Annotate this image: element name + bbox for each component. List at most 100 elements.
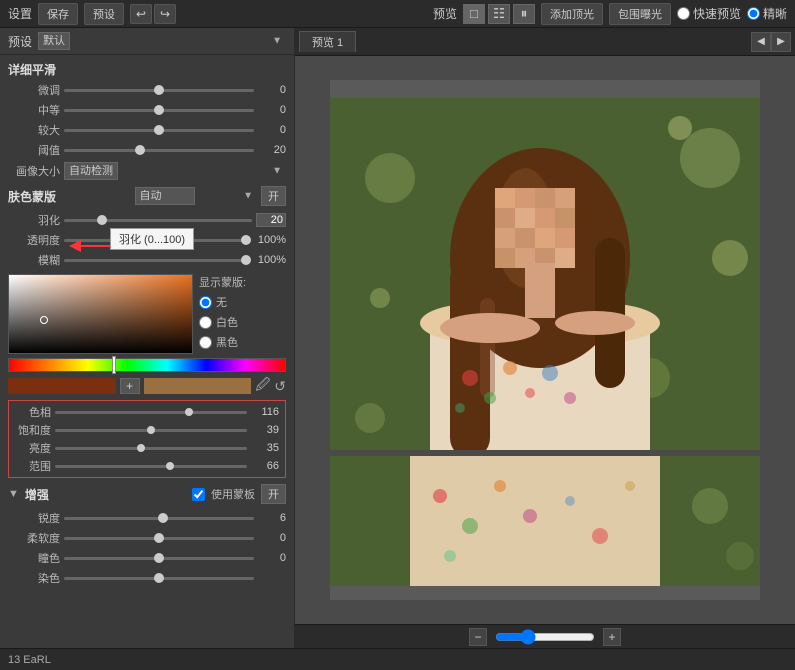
status-text: 13 EaRL — [8, 654, 51, 666]
preview-image-container — [330, 80, 760, 600]
add-preview-button[interactable]: 添加顶光 — [541, 3, 603, 25]
preset-label: 预设 — [8, 33, 32, 50]
reset-button[interactable]: ↺ — [274, 378, 286, 395]
weidiao-value: 0 — [258, 84, 286, 96]
left-panel: 预设 默认 ▼ 详细平滑 微调 0 中等 — [0, 28, 295, 648]
photo-main — [330, 98, 760, 450]
right-panel: 预览 1 ◀ ▶ — [295, 28, 795, 648]
skin-masking-header: 肤色蒙版 自动 ▼ 开 — [0, 182, 294, 210]
preview-tab-1[interactable]: 预览 1 — [299, 31, 356, 52]
preview-prev-button[interactable]: ◀ — [751, 32, 771, 52]
skin-masking-title: 肤色蒙版 — [8, 188, 131, 205]
hue-slider[interactable] — [55, 405, 247, 419]
enhance-section-header: ▼ 增强 使用蒙板 开 — [0, 480, 294, 508]
skin-auto-arrow-icon: ▼ — [243, 191, 253, 202]
feather-value-input[interactable] — [256, 213, 286, 227]
saturation-value: 39 — [251, 424, 279, 436]
huaxiangdaxiao-arrow-icon: ▼ — [272, 166, 282, 177]
enhance-checkbox-label: 使用蒙板 — [211, 486, 255, 502]
preview-bottom-bar: − + — [295, 624, 795, 648]
eyedropper-button[interactable]: 🖉 — [255, 374, 270, 398]
softness-value: 0 — [258, 532, 286, 544]
weidiao-slider[interactable] — [64, 82, 254, 98]
split-view-button[interactable]: ☷ — [488, 4, 510, 24]
transparency-value: 100% — [250, 234, 286, 246]
sharpness-row: 锐度 6 — [0, 508, 294, 528]
undo-button[interactable]: ↩ — [130, 4, 152, 24]
blur-label: 模糊 — [8, 252, 60, 268]
display-black-label: 黑色 — [216, 334, 238, 350]
jiaoda-value: 0 — [258, 124, 286, 136]
saturation-label: 饱和度 — [15, 422, 51, 438]
color-gradient-bg — [9, 275, 192, 353]
color-slider[interactable] — [64, 570, 254, 586]
tone-slider[interactable] — [64, 550, 254, 566]
display-none-label: 无 — [216, 294, 227, 310]
display-white-label: 白色 — [216, 314, 238, 330]
yuzhi-value: 20 — [258, 144, 286, 156]
saturation-slider[interactable] — [55, 423, 247, 437]
brightness-slider[interactable] — [55, 441, 247, 455]
weidiao-label: 微调 — [8, 82, 60, 98]
enhance-on-button[interactable]: 开 — [261, 484, 286, 504]
hue-bar-thumb — [112, 356, 116, 374]
display-black-radio[interactable] — [199, 336, 212, 349]
color-right-panel: 显示蒙版: 无 白色 黑色 — [199, 274, 246, 354]
jiaoda-slider[interactable] — [64, 122, 254, 138]
color-picker-area: 显示蒙版: 无 白色 黑色 — [8, 274, 286, 354]
hue-label: 色相 — [15, 404, 51, 420]
preview-next-button[interactable]: ▶ — [771, 32, 791, 52]
fast-preview-radio[interactable] — [677, 7, 690, 20]
huaxiangdaxiao-select[interactable]: 自动检测 — [64, 162, 118, 180]
tone-row: 瞳色 0 — [0, 548, 294, 568]
zoom-out-button[interactable]: − — [469, 628, 487, 646]
photo-bottom — [330, 456, 760, 586]
yuzhi-label: 阈值 — [8, 142, 60, 158]
preview-label: 预览 — [433, 5, 457, 22]
zhongdeng-value: 0 — [258, 104, 286, 116]
feather-label: 羽化 — [8, 212, 60, 228]
top-toolbar: 设置 保存 预设 ↩ ↪ 预览 □ ☷ ⏸ 添加顶光 包围曝光 快速预览 精晰 — [0, 0, 795, 28]
preset-row: 预设 默认 ▼ — [0, 28, 294, 55]
precise-label: 精晰 — [763, 5, 787, 22]
feather-slider[interactable] — [64, 212, 252, 228]
enhance-checkbox[interactable] — [192, 488, 205, 501]
pause-button[interactable]: ⏸ — [513, 4, 535, 24]
skin-on-button[interactable]: 开 — [261, 186, 286, 206]
detail-smooth-header: 详细平滑 — [0, 55, 294, 80]
redo-button[interactable]: ↪ — [154, 4, 176, 24]
softness-row: 柔软度 0 — [0, 528, 294, 548]
yuzhi-row: 阈值 20 — [0, 140, 294, 160]
hue-row: 色相 116 — [9, 403, 285, 421]
preview-bottom-gap — [330, 586, 760, 600]
display-none-radio[interactable] — [199, 296, 212, 309]
zoom-in-button[interactable]: + — [603, 628, 621, 646]
zhongdeng-slider[interactable] — [64, 102, 254, 118]
yuzhi-slider[interactable] — [64, 142, 254, 158]
display-white-radio[interactable] — [199, 316, 212, 329]
hue-bar[interactable] — [8, 358, 286, 372]
preset-select[interactable]: 默认 — [38, 32, 70, 50]
blur-slider[interactable] — [64, 252, 246, 268]
wrap-button[interactable]: 包围曝光 — [609, 3, 671, 25]
hsb-section: 色相 116 饱和度 39 亮度 — [8, 400, 286, 478]
single-view-button[interactable]: □ — [463, 4, 485, 24]
sharpness-slider[interactable] — [64, 510, 254, 526]
presets-button[interactable]: 预设 — [84, 3, 124, 25]
color-swatch-row: + 🖉 ↺ — [8, 374, 286, 398]
tone-label: 瞳色 — [8, 550, 60, 566]
color-gradient[interactable] — [8, 274, 193, 354]
range-value: 66 — [251, 460, 279, 472]
softness-slider[interactable] — [64, 530, 254, 546]
add-swatch-button[interactable]: + — [120, 378, 140, 394]
brightness-value: 35 — [251, 442, 279, 454]
range-slider[interactable] — [55, 459, 247, 473]
skin-auto-select[interactable]: 自动 — [135, 187, 195, 205]
save-button[interactable]: 保存 — [38, 3, 78, 25]
settings-label: 设置 — [8, 5, 32, 22]
precise-radio[interactable] — [747, 7, 760, 20]
zoom-slider[interactable] — [495, 629, 595, 645]
enhance-title: 增强 — [25, 486, 186, 503]
huaxiangdaxiao-label: 画像大小 — [8, 163, 60, 179]
transparency-label: 透明度 — [8, 232, 60, 248]
